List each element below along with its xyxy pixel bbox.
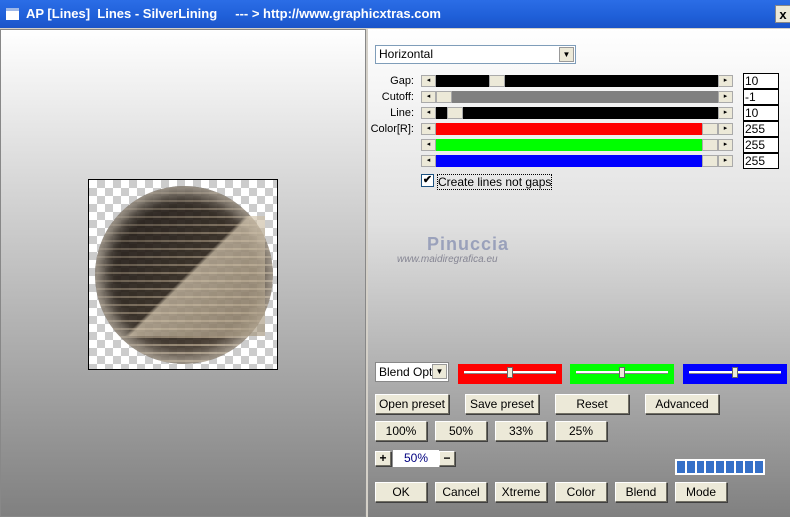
- slider-left-arrow-icon[interactable]: ◂: [421, 139, 436, 151]
- slider-thumb[interactable]: [446, 107, 463, 119]
- slider-thumb[interactable]: [489, 75, 506, 87]
- zoom-out-button[interactable]: −: [439, 451, 455, 466]
- action-cancel-button[interactable]: Cancel: [435, 482, 487, 502]
- slider-right-arrow-icon[interactable]: ▸: [718, 123, 733, 135]
- slider-right-arrow-icon[interactable]: ▸: [718, 139, 733, 151]
- slider-label: Color[R]:: [370, 123, 414, 135]
- preview-effect: [95, 186, 273, 364]
- slider-right-arrow-icon[interactable]: ▸: [718, 107, 733, 119]
- slider-left-arrow-icon[interactable]: ◂: [421, 75, 436, 87]
- blend-color-slider[interactable]: [570, 364, 674, 384]
- watermark-url: www.maidiregrafica.eu: [397, 254, 498, 265]
- blend-options-select[interactable]: Blend Opti ▼: [375, 362, 449, 382]
- preset-advanced-button[interactable]: Advanced: [645, 394, 719, 414]
- close-button[interactable]: x: [775, 5, 790, 23]
- zoom-50--button[interactable]: 50%: [435, 421, 487, 441]
- action-color-button[interactable]: Color: [555, 482, 607, 502]
- title-bar: AP [Lines] Lines - SilverLining --- > ht…: [0, 0, 790, 28]
- slider-value-field[interactable]: 10: [743, 105, 779, 121]
- progress-segment: [725, 461, 734, 473]
- slider-track[interactable]: [436, 139, 718, 151]
- slider-thumb[interactable]: [702, 139, 718, 151]
- slider-track[interactable]: [436, 91, 718, 103]
- slider-track[interactable]: [436, 75, 718, 87]
- action-blend-button[interactable]: Blend: [615, 482, 667, 502]
- progress-bar: [675, 459, 765, 475]
- slider-value-field[interactable]: 255: [743, 137, 779, 153]
- slider-track[interactable]: [436, 107, 718, 119]
- zoom-33--button[interactable]: 33%: [495, 421, 547, 441]
- slider-label: Cutoff:: [381, 91, 414, 103]
- slider-thumb[interactable]: [619, 367, 625, 378]
- progress-segment: [745, 461, 754, 473]
- create-lines-label[interactable]: Create lines not gaps: [437, 174, 553, 190]
- progress-segment: [755, 461, 764, 473]
- window-title: AP [Lines] Lines - SilverLining --- > ht…: [26, 6, 441, 21]
- slider-right-arrow-icon[interactable]: ▸: [718, 155, 733, 167]
- slider-left-arrow-icon[interactable]: ◂: [421, 107, 436, 119]
- direction-select-value: Horizontal: [379, 47, 434, 61]
- chevron-down-icon[interactable]: ▼: [559, 47, 574, 62]
- zoom-in-button[interactable]: +: [375, 451, 391, 466]
- slider-thumb[interactable]: [702, 155, 718, 167]
- action-xtreme-button[interactable]: Xtreme: [495, 482, 547, 502]
- watermark-name: Pinuccia: [427, 234, 510, 254]
- slider-thumb[interactable]: [436, 91, 452, 103]
- slider-right-arrow-icon[interactable]: ▸: [718, 91, 733, 103]
- slider-right-arrow-icon[interactable]: ▸: [718, 75, 733, 87]
- slider-track[interactable]: [436, 155, 718, 167]
- progress-segment: [677, 461, 685, 473]
- action-mode-button[interactable]: Mode: [675, 482, 727, 502]
- slider-value-field[interactable]: 255: [743, 121, 779, 137]
- preset-save-preset-button[interactable]: Save preset: [465, 394, 539, 414]
- slider-value-field[interactable]: -1: [743, 89, 779, 105]
- create-lines-checkbox[interactable]: ✔: [421, 174, 434, 187]
- slider-left-arrow-icon[interactable]: ◂: [421, 123, 436, 135]
- preview-image: [88, 179, 278, 370]
- slider-label: Gap:: [390, 75, 414, 87]
- progress-segment: [696, 461, 705, 473]
- zoom-level-field[interactable]: 50%: [393, 450, 439, 467]
- progress-segment: [686, 461, 695, 473]
- slider-value-field[interactable]: 255: [743, 153, 779, 169]
- zoom-100--button[interactable]: 100%: [375, 421, 427, 441]
- direction-select[interactable]: Horizontal ▼: [375, 45, 576, 64]
- zoom-25--button[interactable]: 25%: [555, 421, 607, 441]
- blend-color-slider[interactable]: [683, 364, 787, 384]
- blend-color-slider[interactable]: [458, 364, 562, 384]
- progress-segment: [735, 461, 744, 473]
- slider-track[interactable]: [436, 123, 718, 135]
- blend-options-value: Blend Opti: [379, 365, 436, 379]
- slider-thumb[interactable]: [732, 367, 738, 378]
- chevron-down-icon[interactable]: ▼: [432, 364, 447, 379]
- slider-left-arrow-icon[interactable]: ◂: [421, 91, 436, 103]
- slider-thumb[interactable]: [507, 367, 513, 378]
- preset-open-preset-button[interactable]: Open preset: [375, 394, 449, 414]
- action-ok-button[interactable]: OK: [375, 482, 427, 502]
- app-icon: [6, 8, 19, 20]
- progress-segment: [706, 461, 715, 473]
- slider-thumb[interactable]: [702, 123, 718, 135]
- progress-segment: [716, 461, 724, 473]
- preset-reset-button[interactable]: Reset: [555, 394, 629, 414]
- slider-value-field[interactable]: 10: [743, 73, 779, 89]
- slider-left-arrow-icon[interactable]: ◂: [421, 155, 436, 167]
- slider-label: Line:: [390, 107, 414, 119]
